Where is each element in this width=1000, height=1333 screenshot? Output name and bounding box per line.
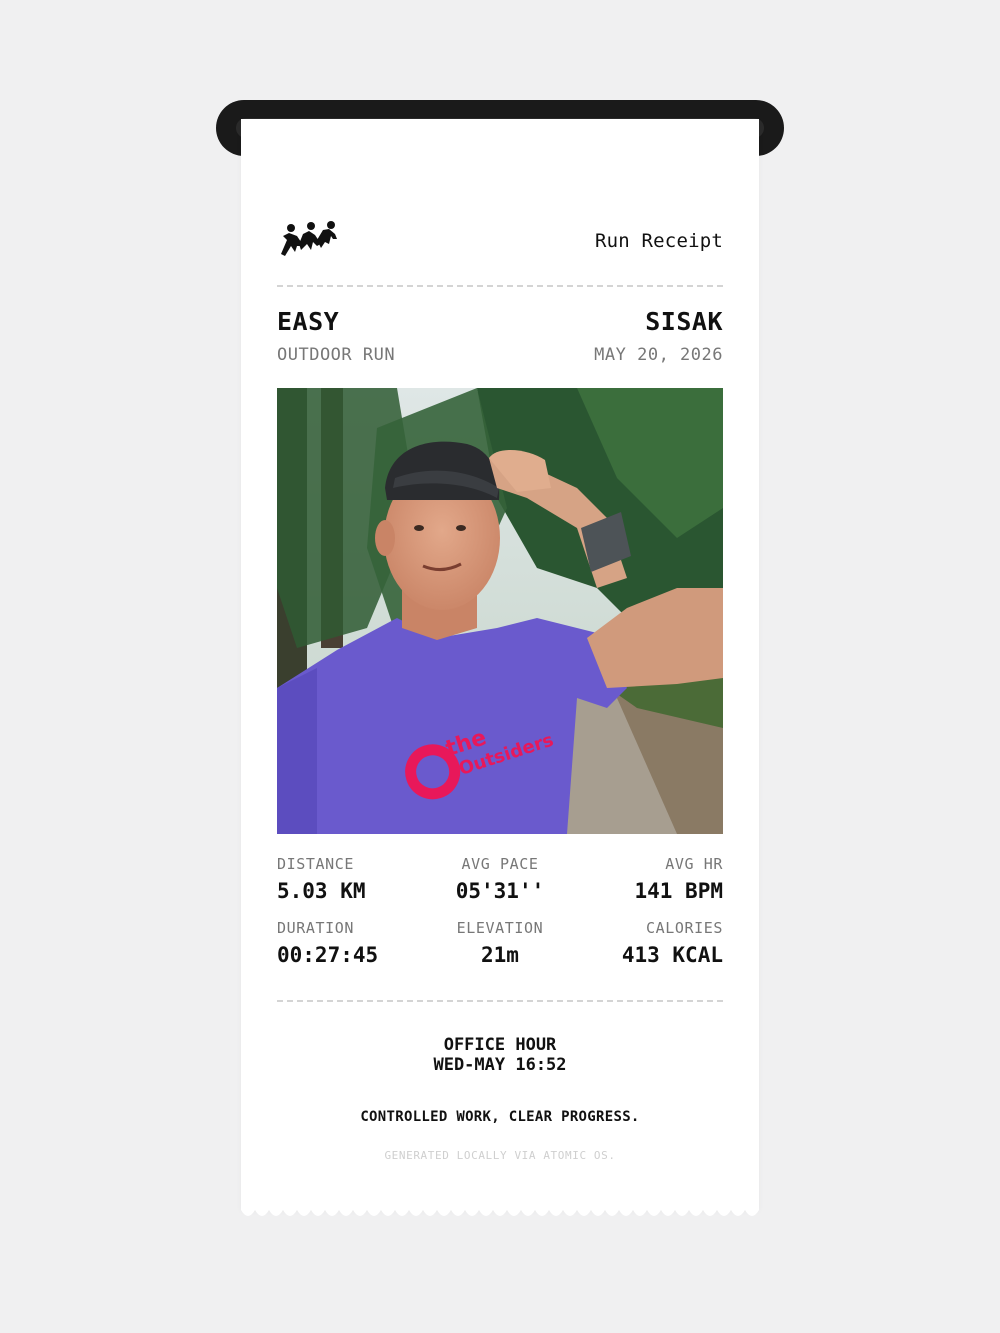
stat-value: 413 KCAL xyxy=(621,943,723,967)
stat-value: 05'31'' xyxy=(455,879,545,903)
stat-label: DISTANCE xyxy=(277,855,355,873)
stat-value: 21m xyxy=(481,943,519,967)
stat-avg-hr: AVG HR 141 BPM xyxy=(574,855,723,903)
stat-calories: CALORIES 413 KCAL xyxy=(574,919,723,967)
stat-label: DURATION xyxy=(277,919,355,937)
stat-label: AVG PACE xyxy=(461,855,539,873)
receipt-tagline: CONTROLLED WORK, CLEAR PROGRESS. xyxy=(360,1109,640,1125)
stat-value: 141 BPM xyxy=(634,879,723,903)
office-hour-title: OFFICE HOUR xyxy=(443,1035,557,1055)
divider-top xyxy=(277,285,723,287)
stat-label: CALORIES xyxy=(645,919,723,937)
stat-distance: DISTANCE 5.03 KM xyxy=(277,855,426,903)
run-receipt: Run Receipt EASY SISAK OUTDOOR RUN MAY 2… xyxy=(241,119,759,1209)
run-type-row: EASY SISAK xyxy=(277,307,723,336)
runners-logo-icon xyxy=(277,220,339,262)
run-type: EASY xyxy=(277,307,340,336)
run-location: SISAK xyxy=(645,307,723,336)
stat-label: AVG HR xyxy=(665,855,723,873)
stat-avg-pace: AVG PACE 05'31'' xyxy=(426,855,575,903)
run-category: OUTDOOR RUN xyxy=(277,345,396,365)
generated-note: GENERATED LOCALLY VIA ATOMIC OS. xyxy=(384,1149,616,1162)
stat-elevation: ELEVATION 21m xyxy=(426,919,575,967)
stat-value: 5.03 KM xyxy=(277,879,366,903)
stat-label: ELEVATION xyxy=(456,919,544,937)
receipt-torn-edge xyxy=(241,1206,759,1216)
run-meta-row: OUTDOOR RUN MAY 20, 2026 xyxy=(277,345,723,365)
stat-duration: DURATION 00:27:45 xyxy=(277,919,426,967)
run-selfie-photo: the Outsiders xyxy=(277,388,723,834)
office-hour-block: OFFICE HOUR WED-MAY 16:52 xyxy=(277,1035,723,1075)
run-date: MAY 20, 2026 xyxy=(594,345,723,365)
stats-grid: DISTANCE 5.03 KM AVG PACE 05'31'' AVG HR… xyxy=(277,855,723,967)
receipt-header: Run Receipt xyxy=(277,219,723,263)
office-hour-time: WED-MAY 16:52 xyxy=(433,1055,567,1075)
stat-value: 00:27:45 xyxy=(277,943,379,967)
divider-bottom xyxy=(277,1000,723,1002)
receipt-title: Run Receipt xyxy=(594,230,723,252)
